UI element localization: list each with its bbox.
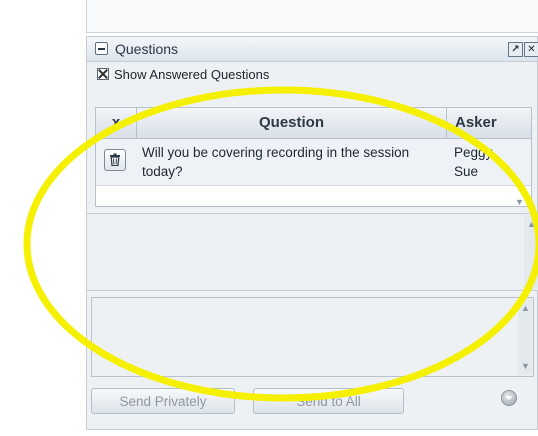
- options-icon[interactable]: [501, 390, 517, 406]
- table-row[interactable]: Will you be covering recording in the se…: [96, 139, 531, 207]
- table-header: x Question Asker: [96, 108, 531, 139]
- show-answered-checkbox[interactable]: [97, 68, 109, 80]
- question-text-area[interactable]: ▲ ▼: [87, 213, 538, 291]
- panel-title: Questions: [115, 41, 179, 57]
- answer-text-area[interactable]: ▲ ▼: [91, 297, 534, 377]
- questions-panel-screenshot: Questions ↗ ✕ Show Answered Questions x …: [0, 0, 538, 436]
- question-text: Will you be covering recording in the se…: [142, 145, 410, 179]
- show-answered-toggle[interactable]: Show Answered Questions: [97, 67, 269, 82]
- collapse-icon[interactable]: [95, 42, 108, 55]
- send-to-all-button[interactable]: Send to All: [253, 388, 404, 414]
- scroll-down-arrow-icon[interactable]: ▼: [527, 275, 536, 285]
- questions-panel: Questions ↗ ✕ Show Answered Questions x …: [86, 36, 538, 430]
- show-answered-label: Show Answered Questions: [114, 67, 270, 82]
- previous-panel-fragment: [86, 0, 538, 33]
- trash-icon: [110, 153, 120, 166]
- scroll-up-arrow-icon[interactable]: ▲: [527, 219, 536, 229]
- scroll-down-arrow-icon[interactable]: ▼: [521, 361, 530, 371]
- column-header-delete[interactable]: x: [96, 108, 137, 138]
- column-header-asker[interactable]: Asker: [447, 108, 533, 138]
- panel-header: Questions ↗ ✕: [87, 37, 538, 62]
- questions-table: x Question Asker Will you be covering re…: [95, 107, 532, 207]
- scrollbar[interactable]: ▲ ▼: [524, 215, 538, 289]
- close-icon[interactable]: ✕: [524, 42, 538, 57]
- column-header-question[interactable]: Question: [137, 108, 447, 138]
- scrollbar[interactable]: ▲ ▼: [518, 299, 532, 375]
- scroll-down-arrow-icon[interactable]: ▼: [515, 197, 524, 207]
- detach-icon[interactable]: ↗: [508, 42, 523, 57]
- question-asker: Peggy Sue: [454, 145, 493, 179]
- send-privately-button[interactable]: Send Privately: [91, 388, 235, 414]
- scroll-up-arrow-icon[interactable]: ▲: [521, 303, 530, 313]
- delete-question-button[interactable]: [104, 149, 126, 171]
